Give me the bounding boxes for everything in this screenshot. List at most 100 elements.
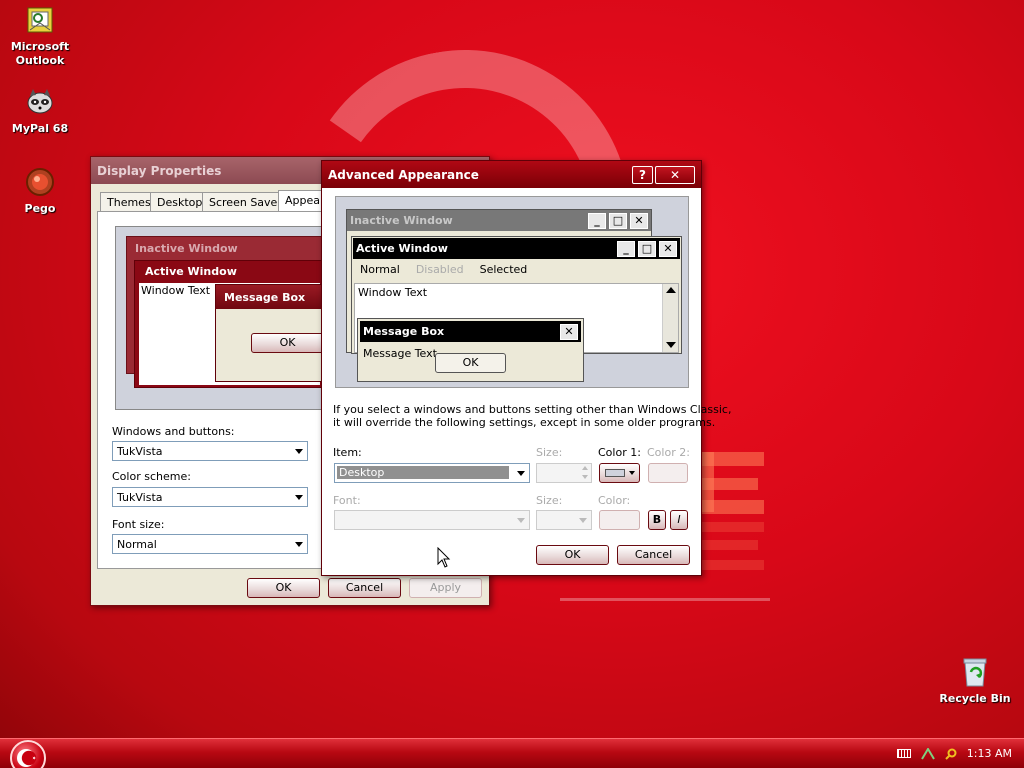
network-icon[interactable] — [920, 746, 935, 760]
adv-preview-message-box: Message Box ✕ Message Text OK — [357, 318, 584, 382]
item-label: Item: — [333, 446, 362, 459]
chevron-down-icon — [579, 518, 587, 523]
color1-label: Color 1: — [598, 446, 641, 459]
font-size-dropdown[interactable]: Normal — [112, 534, 308, 554]
size-spinner[interactable] — [536, 463, 592, 483]
dp-preview-ok-button: OK — [251, 333, 324, 353]
wallpaper-logo-part — [700, 540, 758, 550]
desktop-icon-mypal[interactable]: MyPal 68 — [0, 86, 80, 136]
dp-preview-message-box: Message Box OK — [215, 284, 324, 382]
adv-preview-inactive-title: Inactive Window _ □ ✕ — [347, 210, 651, 231]
color-scheme-value: TukVista — [117, 491, 163, 504]
keyboard-icon[interactable] — [896, 749, 911, 758]
search-icon[interactable] — [945, 748, 957, 760]
start-button[interactable] — [10, 740, 46, 768]
color-scheme-dropdown[interactable]: TukVista — [112, 487, 308, 507]
color-swatch — [605, 469, 625, 477]
wallpaper-logo-part — [700, 560, 764, 570]
windows-buttons-value: TukVista — [117, 445, 163, 458]
chevron-down-icon — [295, 495, 303, 500]
adv-ok-button[interactable]: OK — [536, 545, 609, 565]
crescent-star-icon — [17, 749, 37, 767]
adv-preview-menu-normal: Normal — [360, 263, 400, 276]
desktop-icon-label: MyPal 68 — [11, 122, 69, 135]
spin-down-icon — [582, 475, 588, 479]
chevron-down-icon — [295, 542, 303, 547]
spin-up-icon — [582, 466, 588, 470]
font-size-value: Normal — [117, 538, 157, 551]
font-label: Font: — [333, 494, 361, 507]
color2-picker[interactable] — [648, 463, 688, 483]
font-size-label: Size: — [536, 494, 563, 507]
adv-preview-active-text: Active Window — [356, 242, 448, 255]
item-dropdown[interactable]: Desktop — [334, 463, 530, 483]
adv-preview-message-title: Message Box ✕ — [360, 321, 581, 342]
dp-ok-button[interactable]: OK — [247, 578, 320, 598]
desktop-icon-label: Outlook — [15, 54, 65, 67]
close-icon: ✕ — [630, 212, 648, 229]
wallpaper-logo-part — [700, 478, 758, 490]
scroll-down-icon — [666, 342, 676, 348]
desktop-icon-outlook[interactable]: Microsoft Outlook — [0, 4, 80, 68]
color-scheme-label: Color scheme: — [112, 470, 191, 483]
minimize-icon: _ — [617, 240, 635, 257]
desktop-icon-label: Microsoft — [10, 40, 70, 53]
close-icon: ✕ — [669, 167, 681, 182]
window-title: Advanced Appearance — [328, 167, 479, 182]
font-dropdown[interactable] — [334, 510, 530, 530]
dp-preview-inactive-title: Inactive Window — [135, 242, 238, 255]
font-size-dropdown[interactable] — [536, 510, 592, 530]
dp-apply-button[interactable]: Apply — [409, 578, 482, 598]
windows-buttons-dropdown[interactable]: TukVista — [112, 441, 308, 461]
adv-preview-window-text: Window Text — [358, 286, 428, 299]
advanced-appearance-titlebar[interactable]: Advanced Appearance ? ✕ — [322, 161, 701, 188]
adv-preview-ok-button: OK — [435, 353, 506, 373]
minimize-icon: _ — [588, 212, 606, 229]
font-color-label: Color: — [598, 494, 631, 507]
window-title: Display Properties — [97, 163, 222, 178]
desktop-icon-label: Recycle Bin — [939, 692, 1011, 705]
adv-cancel-button[interactable]: Cancel — [617, 545, 690, 565]
adv-info-line2: it will override the following settings,… — [333, 416, 716, 429]
font-color-picker[interactable] — [599, 510, 640, 530]
outlook-icon — [24, 4, 56, 36]
scroll-up-icon — [666, 287, 676, 293]
adv-preview-menu: Normal Disabled Selected — [352, 260, 681, 279]
wallpaper-line — [560, 598, 770, 601]
color1-picker[interactable] — [599, 463, 640, 483]
italic-button[interactable]: I — [670, 510, 688, 530]
dp-preview-message-title-text: Message Box — [224, 291, 306, 304]
item-value: Desktop — [337, 466, 509, 479]
adv-info-line1: If you select a windows and buttons sett… — [333, 403, 732, 416]
adv-preview-scrollbar — [662, 284, 678, 352]
maximize-icon: □ — [609, 212, 627, 229]
maximize-icon: □ — [638, 240, 656, 257]
chevron-down-icon — [629, 471, 635, 475]
dp-preview-active-title: Active Window — [145, 265, 237, 278]
font-size-label: Font size: — [112, 518, 165, 531]
chevron-down-icon — [295, 449, 303, 454]
desktop-icon-recycle-bin[interactable]: Recycle Bin — [934, 656, 1016, 706]
pego-icon — [24, 166, 56, 198]
raccoon-icon — [24, 86, 56, 118]
adv-preview-menu-selected: Selected — [479, 263, 528, 276]
adv-preview-inactive-text: Inactive Window — [350, 214, 453, 227]
desktop-icon-label: Pego — [24, 202, 56, 215]
close-button[interactable]: ✕ — [655, 165, 695, 184]
tab-screen-saver[interactable]: Screen Saver — [202, 192, 289, 212]
desktop-icon-pego[interactable]: Pego — [0, 166, 80, 216]
wallpaper-logo-part — [700, 522, 764, 532]
adv-preview-active-title: Active Window _ □ ✕ — [353, 238, 680, 259]
windows-buttons-label: Windows and buttons: — [112, 425, 235, 438]
clock[interactable]: 1:13 AM — [967, 747, 1012, 760]
adv-preview-menu-disabled: Disabled — [415, 263, 464, 276]
bold-button[interactable]: B — [648, 510, 666, 530]
dp-cancel-button[interactable]: Cancel — [328, 578, 401, 598]
adv-preview-message-body: Message Text — [363, 347, 437, 360]
help-button[interactable]: ? — [632, 165, 653, 184]
tab-appearance[interactable]: Appearance — [278, 190, 322, 212]
color2-label: Color 2: — [647, 446, 690, 459]
recycle-bin-icon — [959, 656, 991, 688]
tab-desktop[interactable]: Desktop — [150, 192, 210, 212]
system-tray: 1:13 AM — [884, 739, 1024, 768]
